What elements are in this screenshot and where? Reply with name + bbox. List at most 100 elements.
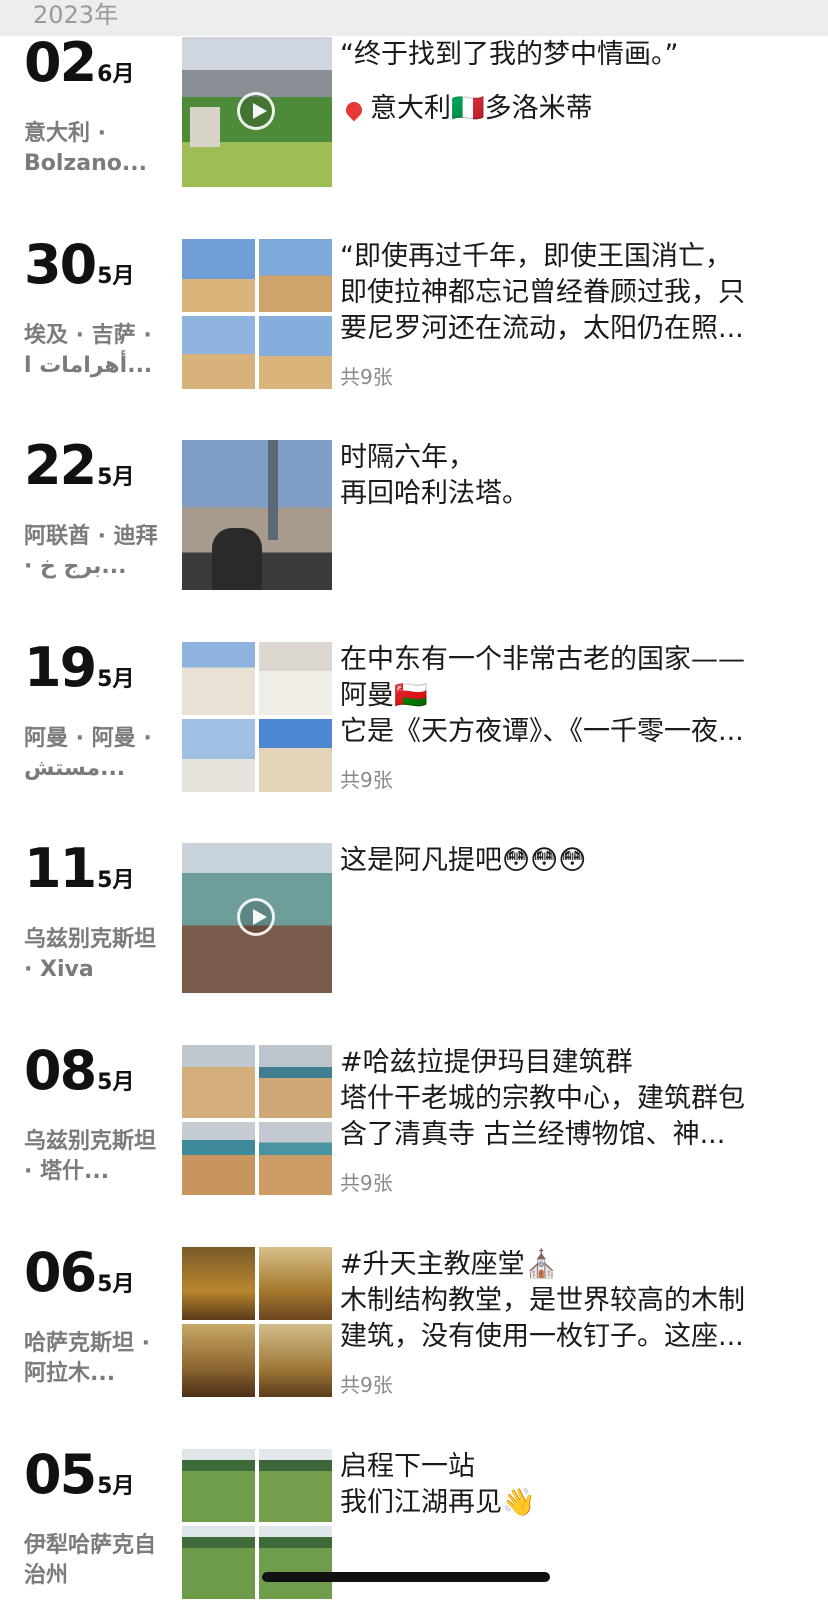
photo-thumb: [182, 1045, 255, 1118]
tower-shape: [268, 440, 278, 540]
post-text-line: #哈兹拉提伊玛目建筑群: [340, 1047, 633, 1078]
post-text[interactable]: “终于找到了我的梦中情画。” 意大利🇮🇹多洛米蒂: [340, 37, 802, 127]
post-date: 195月: [24, 638, 134, 698]
post-text[interactable]: #升天主教座堂⛪ 木制结构教堂，是世界较高的木制 建筑，没有使用一枚钉子。这座.…: [340, 1247, 802, 1355]
post-text[interactable]: 时隔六年， 再回哈利法塔。: [340, 440, 802, 512]
post-month: 5月: [97, 264, 135, 289]
photo-thumb: [259, 1324, 332, 1397]
post-text-line: “终于找到了我的梦中情画。”: [340, 39, 679, 70]
photo-thumb: [182, 239, 255, 312]
photo-count: 共9张: [340, 365, 393, 389]
post-month: 5月: [97, 1272, 135, 1297]
post-text-line: [340, 73, 802, 91]
post-photo-thumbnail[interactable]: [182, 440, 332, 590]
post-location: 乌兹别克斯坦 · Xiva: [24, 927, 157, 982]
post-photo-grid[interactable]: [182, 1247, 332, 1397]
play-icon[interactable]: [237, 898, 275, 936]
post-photo-grid[interactable]: [182, 642, 332, 792]
photo-count: 共9张: [340, 1373, 393, 1397]
post-location: 伊犁哈萨克自治州: [24, 1533, 157, 1588]
photo-thumb: [259, 316, 332, 389]
photo-thumb: [259, 719, 332, 792]
photo-thumb: [182, 642, 255, 715]
post-text-line: 阿曼🇴🇲: [340, 680, 428, 711]
post-location: 哈萨克斯坦 · 阿拉木...: [24, 1331, 151, 1386]
post-text[interactable]: 这是阿凡提吧😳😳😳: [340, 843, 802, 879]
post-item[interactable]: 065月 哈萨克斯坦 · 阿拉木... #升天主教座堂⛪ 木制结构教堂，是世界较…: [0, 1243, 828, 1397]
post-item[interactable]: 115月 乌兹别克斯坦 · Xiva 这是阿凡提吧😳😳😳: [0, 839, 828, 993]
post-text-line: 它是《天方夜谭》、《一千零一夜...: [340, 716, 744, 747]
post-text[interactable]: 启程下一站 我们江湖再见👋: [340, 1449, 802, 1521]
post-text-line: 再回哈利法塔。: [340, 478, 529, 509]
post-location: 意大利 · Bolzano...: [24, 121, 147, 176]
post-day: 06: [24, 1241, 97, 1304]
post-photo-grid[interactable]: [182, 1045, 332, 1195]
post-text-line: 建筑，没有使用一枚钉子。这座...: [340, 1321, 744, 1352]
post-item[interactable]: 195月 阿曼 · 阿曼 · مستش... 在中东有一个非常古老的国家—— 阿…: [0, 638, 828, 792]
post-date: 225月: [24, 436, 134, 496]
post-photo-grid[interactable]: [182, 239, 332, 389]
post-date: 115月: [24, 839, 134, 899]
post-video-thumbnail[interactable]: [182, 37, 332, 187]
post-text-line: 启程下一站: [340, 1451, 475, 1482]
post-text[interactable]: #哈兹拉提伊玛目建筑群 塔什干老城的宗教中心，建筑群包 含了清真寺 古兰经博物馆…: [340, 1045, 802, 1153]
post-text-line: 即使拉神都忘记曾经眷顾过我，只: [340, 277, 745, 308]
home-indicator[interactable]: [262, 1572, 550, 1582]
post-day: 30: [24, 233, 97, 296]
photo-thumb: [259, 1526, 332, 1599]
post-text-line: 我们江湖再见👋: [340, 1487, 536, 1518]
post-text-line: 在中东有一个非常古老的国家——: [340, 644, 745, 675]
church-shape: [190, 107, 220, 147]
post-month: 5月: [97, 1474, 135, 1499]
post-day: 02: [24, 31, 97, 94]
post-location: 阿联酋 · 迪拜 · برج خ...: [24, 524, 158, 579]
post-item[interactable]: 085月 乌兹别克斯坦 · 塔什... #哈兹拉提伊玛目建筑群 塔什干老城的宗教…: [0, 1041, 828, 1195]
moments-feed: 026月 意大利 · Bolzano... “终于找到了我的梦中情画。” 意大利…: [0, 0, 828, 1602]
post-day: 19: [24, 636, 97, 699]
year-header: 2023年: [0, 0, 828, 36]
post-text[interactable]: “即使再过千年，即使王国消亡， 即使拉神都忘记曾经眷顾过我，只 要尼罗河还在流动…: [340, 239, 802, 347]
photo-thumb: [259, 1122, 332, 1195]
post-date: 305月: [24, 235, 134, 295]
post-location: 埃及 · 吉萨 · أهرامات ا...: [24, 323, 153, 378]
post-day: 08: [24, 1039, 97, 1102]
post-day: 22: [24, 434, 97, 497]
photo-thumb: [182, 719, 255, 792]
play-icon[interactable]: [237, 92, 275, 130]
post-location: 乌兹别克斯坦 · 塔什...: [24, 1129, 157, 1184]
photo-thumb: [182, 1122, 255, 1195]
post-month: 5月: [97, 465, 135, 490]
photo-thumb: [182, 1449, 255, 1522]
post-text-line: #升天主教座堂⛪: [340, 1249, 559, 1280]
photo-thumb: [182, 1526, 255, 1599]
post-text-line: 塔什干老城的宗教中心，建筑群包: [340, 1083, 745, 1114]
post-text-line: 意大利🇮🇹多洛米蒂: [370, 93, 593, 124]
photo-thumb: [259, 1449, 332, 1522]
post-item[interactable]: 225月 阿联酋 · 迪拜 · برج خ... 时隔六年， 再回哈利法塔。: [0, 436, 828, 590]
post-location: 阿曼 · 阿曼 · مستش...: [24, 726, 152, 781]
post-date: 055月: [24, 1445, 134, 1505]
photo-count: 共9张: [340, 768, 393, 792]
post-item[interactable]: 305月 埃及 · 吉萨 · أهرامات ا... “即使再过千年，即使王国…: [0, 235, 828, 389]
photo-thumb: [182, 316, 255, 389]
photo-thumb: [182, 1324, 255, 1397]
post-text-line: “即使再过千年，即使王国消亡，: [340, 241, 732, 272]
post-month: 6月: [97, 62, 135, 87]
post-month: 5月: [97, 868, 135, 893]
post-date: 065月: [24, 1243, 134, 1303]
post-text[interactable]: 在中东有一个非常古老的国家—— 阿曼🇴🇲 它是《天方夜谭》、《一千零一夜...: [340, 642, 802, 750]
location-pin-icon: [342, 98, 366, 121]
post-text-line: 含了清真寺 古兰经博物馆、神...: [340, 1119, 726, 1150]
post-day: 05: [24, 1443, 97, 1506]
photo-thumb: [182, 1247, 255, 1320]
post-location-tag: 意大利🇮🇹多洛米蒂: [340, 91, 802, 127]
post-text-line: 要尼罗河还在流动，太阳仍在照...: [340, 313, 744, 344]
photo-thumb: [259, 1247, 332, 1320]
post-item[interactable]: 026月 意大利 · Bolzano... “终于找到了我的梦中情画。” 意大利…: [0, 33, 828, 187]
post-text-line: 时隔六年，: [340, 442, 475, 473]
post-date: 026月: [24, 33, 134, 93]
post-text-line: 这是阿凡提吧😳😳😳: [340, 845, 587, 876]
year-label: 2023年: [33, 1, 119, 29]
post-day: 11: [24, 837, 97, 900]
post-video-thumbnail[interactable]: [182, 843, 332, 993]
